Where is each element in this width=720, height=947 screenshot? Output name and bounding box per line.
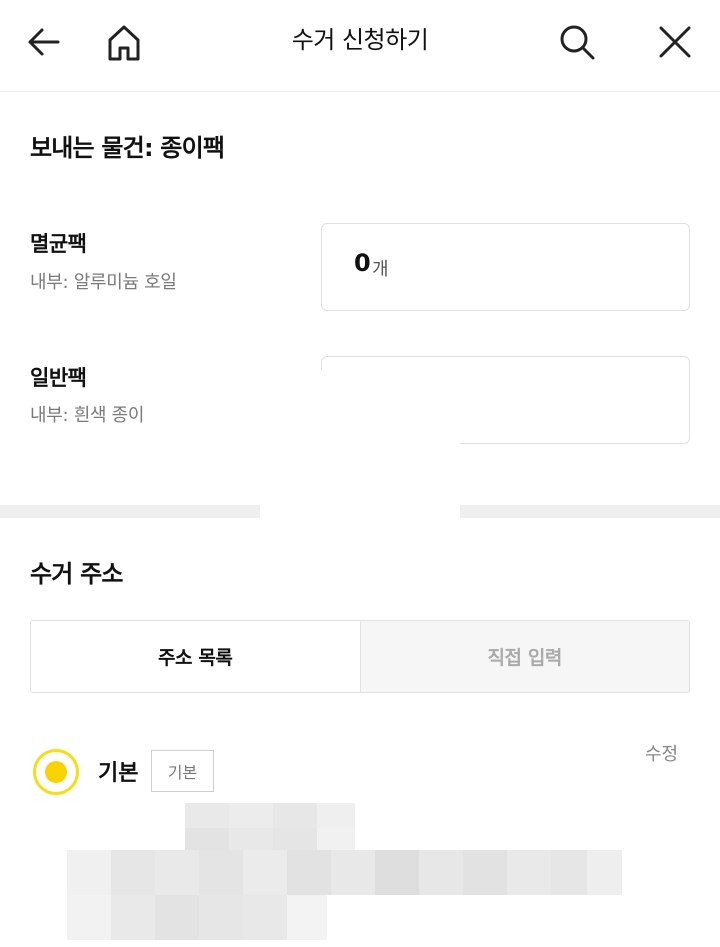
close-icon [659, 26, 691, 58]
redaction-patch [260, 370, 460, 520]
pixelation-mosaic [67, 850, 622, 940]
pack-name-general: 일반팩 [30, 366, 87, 390]
default-badge: 기본 [151, 750, 214, 792]
close-button[interactable] [651, 18, 699, 66]
pixelation-mosaic [185, 803, 355, 853]
tab-address-list[interactable]: 주소 목록 [31, 621, 360, 692]
items-section-title: 보내는 물건: 종이팩 [30, 134, 225, 162]
quantity-input-sterile[interactable]: 0 개 [321, 223, 690, 311]
blurred-address-detail [67, 850, 622, 940]
quantity-unit: 개 [372, 259, 389, 280]
quantity-value: 0 [354, 249, 371, 277]
address-radio-selected[interactable] [33, 749, 79, 795]
address-name: 기본 [98, 761, 139, 786]
pack-desc-general: 내부: 흰색 종이 [30, 405, 145, 426]
pack-name-sterile: 멸균팩 [30, 232, 87, 256]
search-button[interactable] [553, 18, 601, 66]
edit-address-link[interactable]: 수정 [645, 740, 678, 766]
app-header: 수거 신청하기 [0, 0, 720, 92]
page-title: 수거 신청하기 [291, 26, 429, 54]
tab-direct-input[interactable]: 직접 입력 [359, 621, 689, 692]
blurred-address-line [185, 803, 355, 853]
section-divider [460, 505, 720, 518]
address-tabs: 주소 목록 직접 입력 [30, 620, 690, 693]
pack-desc-sterile: 내부: 알루미늄 호일 [30, 272, 177, 293]
address-section-title: 수거 주소 [30, 560, 123, 588]
search-icon [560, 25, 595, 60]
radio-dot-icon [45, 761, 67, 783]
section-divider [0, 505, 260, 518]
